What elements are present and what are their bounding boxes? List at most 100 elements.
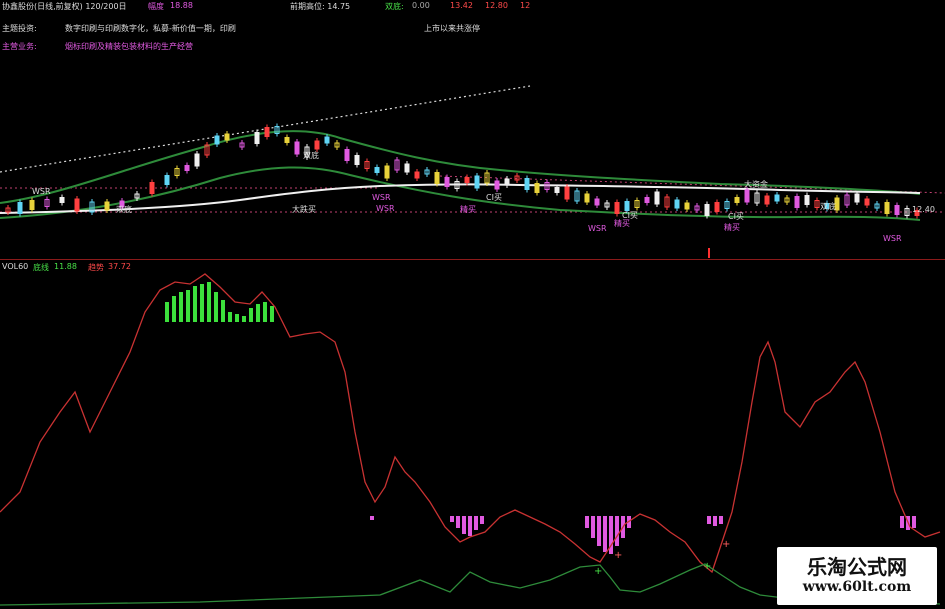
candle-body: [414, 171, 420, 179]
candle-body: [434, 172, 440, 184]
annotation-wsr-2: WSR: [588, 224, 607, 233]
candle-body: [464, 177, 470, 183]
signal-cross-red: +: [614, 550, 622, 561]
magenta-bar: [707, 516, 711, 524]
candle-body: [704, 204, 710, 216]
candle-body: [894, 205, 900, 215]
watermark-url: www.60lt.com: [802, 579, 912, 595]
magenta-bar: [480, 516, 484, 524]
annotation-precise-buy-1: 精买: [460, 205, 476, 214]
annotation-double-bottom-1: 双底: [116, 205, 132, 214]
magenta-bar: [591, 516, 595, 538]
green-bar: [249, 308, 253, 322]
candle-body: [564, 186, 570, 200]
magenta-bar: [719, 516, 723, 524]
candle-body: [734, 197, 740, 203]
candle-body: [614, 202, 620, 214]
candle-body: [884, 202, 890, 214]
candle-body: [444, 177, 450, 187]
candle-body: [314, 140, 320, 150]
signal-cross-green: +: [594, 566, 602, 577]
candle-body: [864, 198, 870, 206]
candle-body: [294, 141, 300, 155]
green-bar-group: [165, 282, 274, 322]
green-bar: [235, 314, 239, 322]
candle-body: [804, 195, 810, 205]
pane-divider: [0, 259, 945, 260]
candle-body: [744, 189, 750, 203]
green-bar: [200, 284, 204, 322]
candle-body: [384, 165, 390, 179]
magenta-bar: [713, 516, 717, 526]
candle-body: [854, 193, 860, 203]
magenta-bar: [603, 516, 607, 552]
last-price-label: 12.40: [912, 205, 935, 214]
candle-body: [644, 197, 650, 203]
candle-body: [254, 132, 260, 144]
candle-body: [494, 180, 500, 190]
annotation-wsr-3: WSR: [883, 234, 902, 243]
annotation-wsr-1: WSR: [376, 204, 395, 213]
candle-body: [17, 202, 23, 214]
candle-body: [214, 135, 220, 145]
annotation-wsr-4: WSR: [372, 193, 391, 202]
candle-body: [324, 136, 330, 144]
candle-body: [714, 202, 720, 212]
candle-body: [594, 198, 600, 206]
green-bar: [214, 292, 218, 322]
green-bar: [256, 304, 260, 322]
candle-body: [654, 191, 660, 205]
candle-body: [74, 198, 80, 212]
green-bar: [165, 302, 169, 322]
green-bar: [186, 290, 190, 322]
annotation-big-capital: 大资金: [744, 180, 768, 189]
candle-body: [374, 167, 380, 173]
candle-body: [774, 194, 780, 202]
annotation-precise-buy-3: 精买: [724, 223, 740, 232]
magenta-bar: [450, 516, 454, 522]
candle-body: [794, 196, 800, 208]
green-bar: [221, 300, 225, 322]
candle-body: [474, 175, 480, 189]
candle-body: [59, 197, 65, 203]
watermark-logo: 乐淘公式网 www.60lt.com: [777, 547, 937, 605]
magenta-bar: [370, 516, 374, 520]
price-chart-pane[interactable]: 协鑫股份(日线,前复权) 120/200日 幅度 18.88 前期高位: 14.…: [0, 0, 945, 258]
magenta-bar: [597, 516, 601, 546]
candle-body: [184, 165, 190, 171]
upper-band-line: [0, 130, 921, 204]
green-bar: [179, 292, 183, 322]
magenta-bar: [912, 516, 916, 528]
candle-body: [344, 149, 350, 161]
annotation-double-bottom-2: 双底: [303, 151, 319, 160]
candle-body: [404, 163, 410, 173]
candle-body: [104, 201, 110, 211]
annotation-ci-buy-1: CI买: [486, 193, 502, 202]
candle-body: [764, 195, 770, 205]
candle-body: [674, 199, 680, 209]
magenta-bar: [474, 516, 478, 530]
magenta-bar: [585, 516, 589, 528]
candle-body: [584, 193, 590, 203]
green-bar: [242, 316, 246, 322]
magenta-bar: [462, 516, 466, 534]
candle-body: [504, 178, 510, 186]
magenta-bar: [615, 516, 619, 546]
candle-body: [224, 133, 230, 141]
candle-body: [534, 183, 540, 193]
magenta-bar: [456, 516, 460, 528]
magenta-bar: [468, 516, 472, 536]
annotation-big-drop-buy: 大跌买: [292, 205, 316, 214]
green-bar: [263, 302, 267, 322]
annotation-ci-buy-3: CI买: [728, 212, 744, 221]
signal-cross-red-2: +: [722, 539, 730, 550]
annotation-wsr-top: WSR: [32, 187, 51, 196]
magenta-bar: [900, 516, 904, 528]
green-bar: [193, 286, 197, 322]
price-chart-svg: [0, 85, 945, 258]
candle-body: [354, 155, 360, 165]
signal-cross-green-2: +: [703, 561, 711, 572]
green-bar: [207, 282, 211, 322]
green-bar: [172, 296, 176, 322]
candle-body: [29, 200, 35, 210]
